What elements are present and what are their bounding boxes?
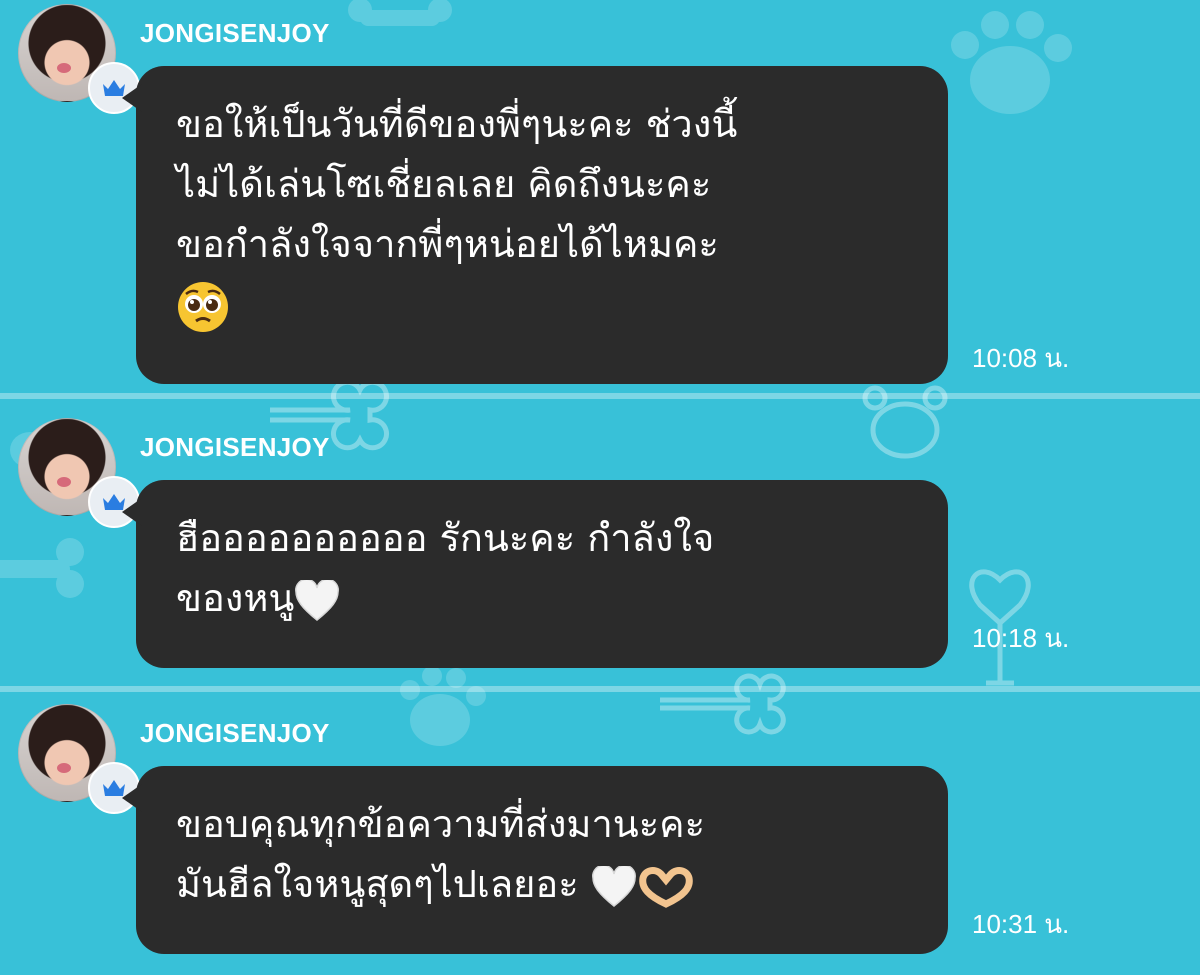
white-heart-icon xyxy=(591,865,636,907)
section-divider xyxy=(0,686,1200,692)
message-text: ฮืออออออออออ รักนะคะ กำลังใจ xyxy=(176,516,715,560)
message-text: ขอกำลังใจจากพี่ๆหน่อยได้ไหมคะ xyxy=(176,222,719,266)
white-heart-icon xyxy=(295,579,340,621)
section-divider xyxy=(0,393,1200,399)
avatar[interactable] xyxy=(18,704,140,814)
message-bubble[interactable]: ฮืออออออออออ รักนะคะ กำลังใจ ของหนู xyxy=(122,480,948,668)
message-bubble[interactable]: ขอบคุณทุกข้อความที่ส่งมานะคะ มันฮีลใจหนู… xyxy=(122,766,948,954)
message-text: ขอให้เป็นวันที่ดีของพี่ๆนะคะ ช่วงนี้ xyxy=(176,102,738,146)
message-text-with-emoji: มันฮีลใจหนูสุดๆไปเลยอะ xyxy=(176,854,908,914)
message-bubble[interactable]: ขอให้เป็นวันที่ดีของพี่ๆนะคะ ช่วงนี้ ไม่… xyxy=(122,66,948,384)
message-timestamp: 10:08 น. xyxy=(972,343,1070,373)
emoji-line xyxy=(176,274,908,334)
message-timestamp: 10:18 น. xyxy=(972,623,1070,653)
pleading-face-icon xyxy=(178,281,228,332)
sender-name: JONGISENJOY xyxy=(140,718,330,748)
message-text: ไม่ได้เล่นโซเชี่ยลเลย คิดถึงนะคะ xyxy=(176,162,712,206)
message-timestamp: 10:31 น. xyxy=(972,909,1070,939)
heart-hands-icon xyxy=(638,866,693,908)
message-text: ของหนู xyxy=(176,576,295,620)
sender-name: JONGISENJOY xyxy=(140,432,330,462)
message-text-with-emoji: ของหนู xyxy=(176,568,908,628)
message-text: ขอบคุณทุกข้อความที่ส่งมานะคะ xyxy=(176,802,705,846)
avatar[interactable] xyxy=(18,418,140,528)
message-text: มันฮีลใจหนูสุดๆไปเลยอะ xyxy=(176,862,579,906)
sender-name: JONGISENJOY xyxy=(140,18,330,48)
avatar[interactable] xyxy=(18,4,140,114)
